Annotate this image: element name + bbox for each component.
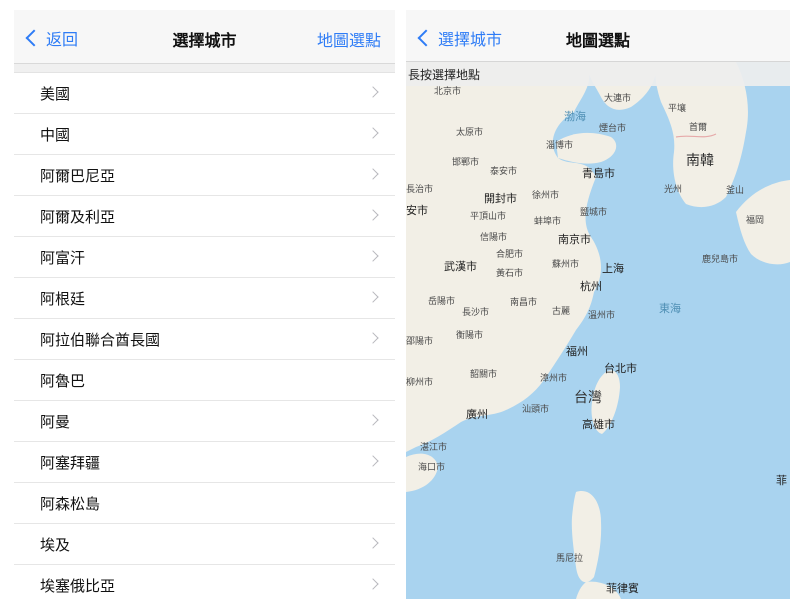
list-item[interactable]: 阿曼 (14, 401, 395, 442)
list-item-label: 阿塞拜疆 (40, 453, 101, 472)
list-item-label: 阿拉伯聯合酋長國 (40, 330, 161, 349)
map-label: 台灣 (574, 390, 602, 406)
map-label: 鹿兒島市 (702, 255, 739, 265)
chevron-right-icon (367, 578, 379, 590)
map-label: 淄博市 (546, 141, 574, 151)
map-label: 安市 (406, 204, 428, 217)
list-item-label: 中國 (40, 125, 71, 144)
map-pick-button[interactable]: 地圖選點 (317, 27, 381, 51)
map-label: 長治市 (406, 185, 434, 195)
map-label: 菲律賓 (606, 582, 639, 595)
map-label: 大連市 (604, 94, 632, 104)
map-label: 岳陽市 (428, 297, 456, 307)
list-item[interactable]: 中國 (14, 114, 395, 155)
chevron-right-icon (367, 127, 379, 139)
list-item[interactable]: 埃及 (14, 524, 395, 565)
list-item-label: 埃及 (40, 535, 71, 554)
map-label: 湛江市 (420, 443, 448, 453)
map-label: 鹽城市 (580, 208, 608, 218)
navigation-bar: 選擇城市 地圖選點 (406, 10, 790, 62)
map-label: 福州 (566, 345, 588, 358)
list-item-label: 阿魯巴 (40, 371, 86, 390)
list-item-label: 阿爾及利亞 (40, 207, 116, 226)
chevron-right-icon (367, 414, 379, 426)
map-label: 平壤 (668, 104, 687, 114)
list-item[interactable]: 阿森松島 (14, 483, 395, 524)
map-label: 汕頭市 (522, 405, 550, 415)
list-item-label: 阿富汗 (40, 248, 86, 267)
list-item-label: 阿森松島 (40, 494, 101, 513)
map-label: 平頂山市 (470, 212, 507, 222)
map-label: 東海 (659, 302, 681, 315)
list-item[interactable]: 阿塞拜疆 (14, 442, 395, 483)
map-label: 溫州市 (588, 311, 616, 321)
map-label: 漳州市 (540, 374, 568, 384)
map-label: 菲 (776, 474, 787, 487)
map-label: 杭州 (580, 280, 602, 293)
chevron-right-icon (367, 291, 379, 303)
country-list: 美國 中國 阿爾巴尼亞 阿爾及利亞 阿富汗 阿根廷 阿拉伯聯合酋長國 阿魯巴 阿… (14, 72, 395, 599)
list-item-label: 阿曼 (40, 412, 71, 431)
map-label: 衡陽市 (456, 331, 484, 341)
map-label: 太原市 (456, 128, 484, 138)
map-view[interactable]: 北京市 大連市 平壤 首爾 渤海 太原市 煙台市 淄博市 邯鄲市 泰安市 青島市… (406, 62, 790, 599)
map-label: 廣州 (466, 408, 488, 421)
city-select-screen: 返回 選擇城市 地圖選點 美國 中國 阿爾巴尼亞 阿爾及利亞 阿富汗 阿根廷 阿… (14, 10, 395, 599)
list-item[interactable]: 阿富汗 (14, 237, 395, 278)
map-label: 開封市 (484, 192, 517, 205)
map-label: 釜山 (726, 186, 745, 196)
map-label: 渤海 (564, 110, 586, 123)
map-label: 馬尼拉 (556, 554, 584, 564)
map-label: 古麗 (552, 307, 571, 317)
list-item[interactable]: 阿魯巴 (14, 360, 395, 401)
chevron-right-icon (367, 209, 379, 221)
chevron-right-icon (367, 250, 379, 262)
list-item-label: 埃塞俄比亞 (40, 576, 116, 595)
map-pick-screen: 選擇城市 地圖選點 長按選擇地點 北京市 大連市 平壤 首爾 渤海 太原市 煙台… (406, 10, 790, 599)
list-item[interactable]: 阿拉伯聯合酋長國 (14, 319, 395, 360)
navigation-bar: 返回 選擇城市 地圖選點 (14, 10, 395, 64)
map-label: 高雄市 (582, 418, 615, 431)
map-label: 首爾 (689, 123, 708, 133)
map-label: 南韓 (686, 153, 714, 169)
map-label: 蘇州市 (552, 260, 580, 270)
map-label: 泰安市 (490, 167, 518, 177)
map-label: 上海 (602, 262, 624, 275)
map-label: 青島市 (582, 167, 615, 180)
list-item[interactable]: 阿根廷 (14, 278, 395, 319)
list-item[interactable]: 阿爾及利亞 (14, 196, 395, 237)
list-item[interactable]: 阿爾巴尼亞 (14, 155, 395, 196)
map-label: 福岡 (746, 216, 765, 226)
map-label: 南昌市 (510, 298, 538, 308)
list-item-label: 阿根廷 (40, 289, 86, 308)
map-label: 長沙市 (462, 308, 490, 318)
map-label: 合肥市 (496, 250, 524, 260)
map-label: 海口市 (418, 463, 446, 473)
map-label: 韶關市 (470, 370, 498, 380)
map-label: 蚌埠市 (534, 217, 562, 227)
list-item-label: 阿爾巴尼亞 (40, 166, 116, 185)
list-item[interactable]: 美國 (14, 73, 395, 114)
map-label: 信陽市 (480, 233, 508, 243)
chevron-right-icon (367, 168, 379, 180)
map-label: 邵陽市 (406, 337, 434, 347)
map-label: 煙台市 (599, 124, 627, 134)
long-press-hint: 長按選擇地點 (406, 62, 790, 86)
map-label: 武漢市 (444, 260, 477, 273)
map-label: 光州 (664, 185, 683, 195)
map-label: 邯鄲市 (452, 158, 480, 168)
map-label: 台北市 (604, 362, 637, 375)
map-label: 柳州市 (406, 378, 434, 388)
list-separator (14, 64, 395, 72)
chevron-right-icon (367, 537, 379, 549)
map-label: 南京市 (558, 233, 591, 246)
chevron-right-icon (367, 86, 379, 98)
list-item[interactable]: 埃塞俄比亞 (14, 565, 395, 599)
list-item-label: 美國 (40, 84, 71, 103)
chevron-right-icon (367, 332, 379, 344)
page-title: 地圖選點 (565, 31, 630, 50)
map-label: 徐州市 (532, 191, 560, 201)
map-label: 黃石市 (496, 269, 524, 279)
chevron-right-icon (367, 455, 379, 467)
